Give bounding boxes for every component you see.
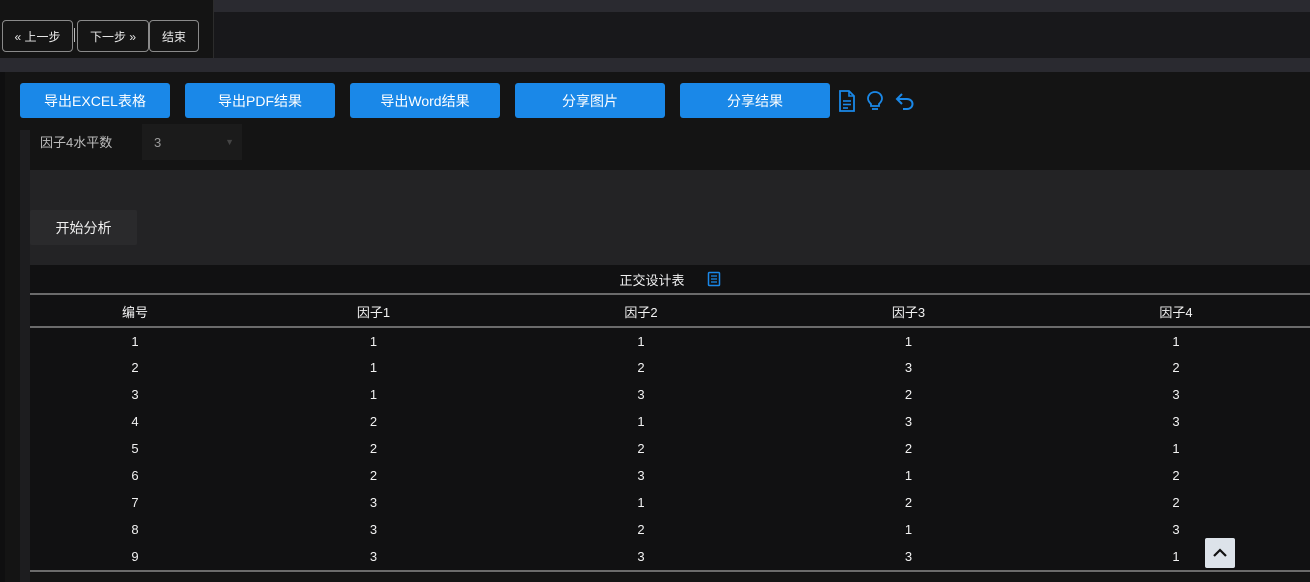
table-cell: 1 [369, 360, 378, 375]
table-cell: 2 [904, 495, 913, 510]
table-row: 8 3 2 1 3 [30, 516, 1310, 543]
section-gutter [0, 58, 1310, 72]
table-cell: 1 [1172, 549, 1180, 564]
table-row: 3 1 3 2 3 [30, 381, 1310, 408]
table-cell: 2 [637, 522, 645, 537]
orthogonal-design-table: 正交设计表 编号 因子1 因子2 因子3 因子4 111112123231323… [30, 265, 1310, 573]
table-title: 正交设计表 [619, 272, 685, 288]
chevron-down-icon: ▼ [225, 137, 234, 147]
document-icon[interactable] [836, 89, 858, 113]
factor4-levels-value: 3 [154, 134, 162, 150]
table-cell: 5 [131, 441, 139, 456]
undo-icon[interactable] [894, 89, 916, 113]
table-row: 2 1 2 3 2 [30, 354, 1310, 381]
copy-icon[interactable] [707, 271, 721, 287]
table-cell: 3 [369, 495, 378, 510]
table-cell: 3 [1172, 522, 1180, 537]
table-cell: 3 [904, 360, 913, 375]
table-cell: 1 [369, 387, 378, 402]
table-cell: 2 [369, 468, 378, 483]
factor4-levels-label: 因子4水平数 [40, 135, 113, 150]
table-cell: 3 [637, 468, 645, 483]
table-cell: 1 [637, 495, 645, 510]
table-cell: 2 [904, 387, 913, 402]
table-cell: 6 [131, 468, 139, 483]
table-cell: 3 [637, 387, 645, 402]
table-cell: 3 [1172, 387, 1180, 402]
table-cell: 1 [131, 333, 139, 349]
table-cell: 2 [637, 360, 645, 375]
table-cell: 9 [131, 549, 139, 564]
start-analysis-button[interactable]: 开始分析 [30, 210, 137, 245]
share-image-button[interactable]: 分享图片 [515, 83, 665, 118]
table-cell: 2 [1172, 360, 1180, 375]
table-row: 6 2 3 1 2 [30, 462, 1310, 489]
table-cell: 1 [1172, 441, 1180, 456]
table-cell: 3 [637, 549, 645, 564]
factor4-levels-select[interactable]: 3 ▼ [142, 124, 242, 160]
table-cell: 3 [1172, 414, 1180, 429]
table-row: 7 3 1 2 2 [30, 489, 1310, 516]
export-pdf-button[interactable]: 导出PDF结果 [185, 83, 335, 118]
table-cell: 3 [131, 387, 139, 402]
analysis-section [30, 170, 1310, 265]
table-cell: 7 [131, 495, 139, 510]
table-cell: 2 [369, 441, 378, 456]
header-cell: 因子2 [507, 297, 775, 328]
table-row: 5 2 2 2 1 [30, 435, 1310, 462]
step-navigation: « 上一步 下一步 » 结束 [0, 0, 214, 62]
table-header-row: 编号 因子1 因子2 因子3 因子4 [30, 297, 1310, 328]
header-cell: 因子1 [240, 297, 507, 328]
table-cell: 1 [904, 468, 913, 483]
header-cell: 因子3 [775, 297, 1042, 328]
left-scroll-track [20, 130, 30, 582]
next-step-button[interactable]: 下一步 » [77, 20, 149, 52]
table-cell: 2 [637, 441, 645, 456]
table-cell: 2 [369, 414, 378, 429]
end-button[interactable]: 结束 [149, 20, 199, 52]
header-cell: 因子4 [1042, 297, 1310, 328]
table-cell: 1 [904, 333, 913, 349]
table-row: 1 1 1 1 1 [30, 327, 1310, 354]
table-cell: 1 [369, 333, 378, 349]
table-cell: 2 [904, 441, 913, 456]
table-cell: 1 [637, 414, 645, 429]
table-cell: 3 [904, 414, 913, 429]
scroll-to-top-button[interactable] [1205, 538, 1235, 568]
table-cell: 1 [637, 333, 645, 349]
design-table: 编号 因子1 因子2 因子3 因子4 1 1 1 1 1 2 1 2 3 2 3 1 3 2 3 4 2 1 3 3 5… [30, 297, 1310, 570]
lightbulb-icon[interactable] [864, 89, 886, 113]
table-row: 9 3 3 3 1 [30, 543, 1310, 570]
table-title-bar: 正交设计表 [30, 265, 1310, 295]
table-cell: 2 [1172, 468, 1180, 483]
export-word-button[interactable]: 导出Word结果 [350, 83, 500, 118]
table-bottom-rule [30, 570, 1310, 572]
chevron-up-icon [1213, 548, 1227, 557]
table-cell: 3 [904, 549, 913, 564]
header-cell: 编号 [30, 297, 240, 328]
step-divider [74, 28, 75, 42]
table-cell: 8 [131, 522, 139, 537]
table-cell: 1 [1172, 333, 1180, 349]
share-result-button[interactable]: 分享结果 [680, 83, 830, 118]
table-cell: 3 [369, 522, 378, 537]
table-cell: 2 [1172, 495, 1180, 510]
export-excel-button[interactable]: 导出EXCEL表格 [20, 83, 170, 118]
table-cell: 3 [369, 549, 378, 564]
table-cell: 4 [131, 414, 139, 429]
table-cell: 1 [904, 522, 913, 537]
table-row: 4 2 1 3 3 [30, 408, 1310, 435]
table-cell: 2 [131, 360, 139, 375]
prev-step-button[interactable]: « 上一步 [2, 20, 73, 52]
